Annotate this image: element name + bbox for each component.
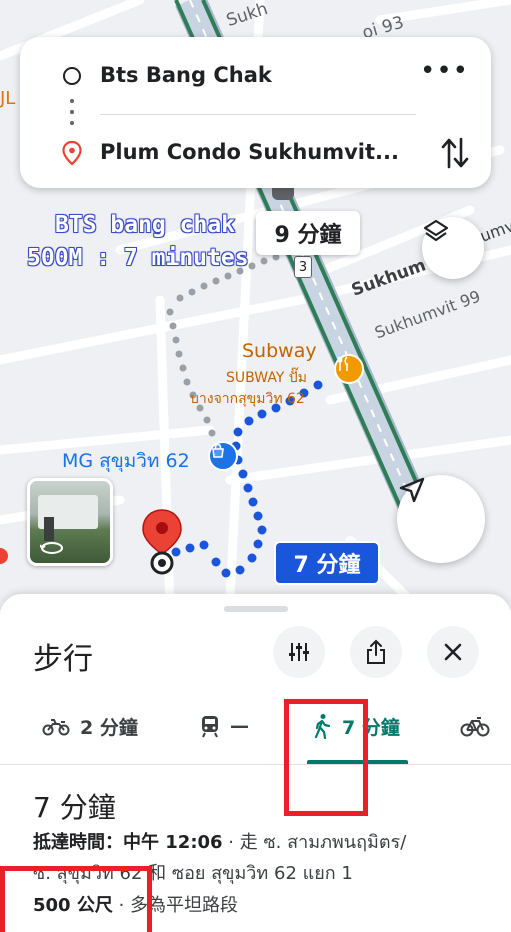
shopping-icon[interactable] xyxy=(208,441,238,471)
origin-field[interactable]: Bts Bang Chak xyxy=(100,63,272,87)
tab-transit[interactable]: — xyxy=(200,706,249,746)
destination-field[interactable]: Plum Condo Sukhumvit... xyxy=(100,140,399,164)
train-icon xyxy=(202,716,218,738)
close-button[interactable] xyxy=(427,626,479,678)
layers-icon xyxy=(423,219,449,242)
tab-cycling[interactable] xyxy=(460,706,490,746)
annotation-line1: BTS bang chak xyxy=(54,211,236,239)
motorcycle-icon xyxy=(42,719,70,736)
street-label: JL xyxy=(0,88,16,109)
more-options-icon[interactable]: ••• xyxy=(420,58,469,84)
sheet-title: 步行 xyxy=(33,642,93,677)
destination-pin-icon[interactable] xyxy=(140,508,184,576)
arrival-line: 抵達時間：中午 12:06 · 走 ซ. สามภพนฤมิตร/ xyxy=(33,827,406,856)
main-route-time-chip[interactable]: 7 分鐘 xyxy=(274,541,380,585)
arrival-time: 抵達時間：中午 12:06 xyxy=(33,832,223,853)
tab-motorcycle-label: 2 分鐘 xyxy=(80,716,138,739)
restaurant-icon[interactable] xyxy=(334,354,364,384)
highlight-box-walk-tab xyxy=(284,699,368,816)
close-icon xyxy=(444,643,462,661)
rotate-360-icon xyxy=(40,541,64,555)
via-street-1: · 走 ซ. สามภพนฤมิตร/ xyxy=(222,832,407,853)
route-connector xyxy=(70,99,74,125)
tab-motorcycle[interactable]: 2 分鐘 xyxy=(42,706,138,746)
annotation-line2: 500M : 7 minutes xyxy=(26,244,249,272)
route-shield: 3 xyxy=(294,256,312,278)
poi-subway-name[interactable]: Subway xyxy=(242,340,317,362)
origin-circle-icon xyxy=(63,67,81,85)
sheet-drag-handle[interactable] xyxy=(224,606,288,612)
options-button[interactable] xyxy=(273,626,325,678)
share-icon xyxy=(367,639,385,664)
route-card: Bts Bang Chak Plum Condo Sukhumvit... ••… xyxy=(20,37,491,188)
bicycle-icon xyxy=(460,717,490,737)
poi-subway-sub2: บางจากสุขุมวิท 62 xyxy=(190,391,305,407)
swap-icon[interactable] xyxy=(439,135,471,171)
tabs-divider xyxy=(0,764,511,765)
duration-heading: 7 分鐘 xyxy=(33,791,116,824)
my-location-button[interactable] xyxy=(397,475,485,563)
poi-subway-sub: SUBWAY ปั๊ม xyxy=(226,370,307,386)
alt-route-time-chip[interactable]: 9 分鐘 xyxy=(256,211,360,255)
navigation-arrow-icon xyxy=(399,477,425,503)
street-view-thumbnail[interactable] xyxy=(27,478,113,566)
route-divider xyxy=(100,114,416,115)
layers-button[interactable] xyxy=(422,217,484,279)
tab-transit-label: — xyxy=(230,715,249,737)
share-button[interactable] xyxy=(350,626,402,678)
highlight-box-distance xyxy=(0,866,152,932)
poi-mg-name[interactable]: MG สุขุมวิท 62 xyxy=(62,446,190,476)
sliders-icon xyxy=(289,643,309,661)
destination-pin-small-icon xyxy=(61,140,83,166)
